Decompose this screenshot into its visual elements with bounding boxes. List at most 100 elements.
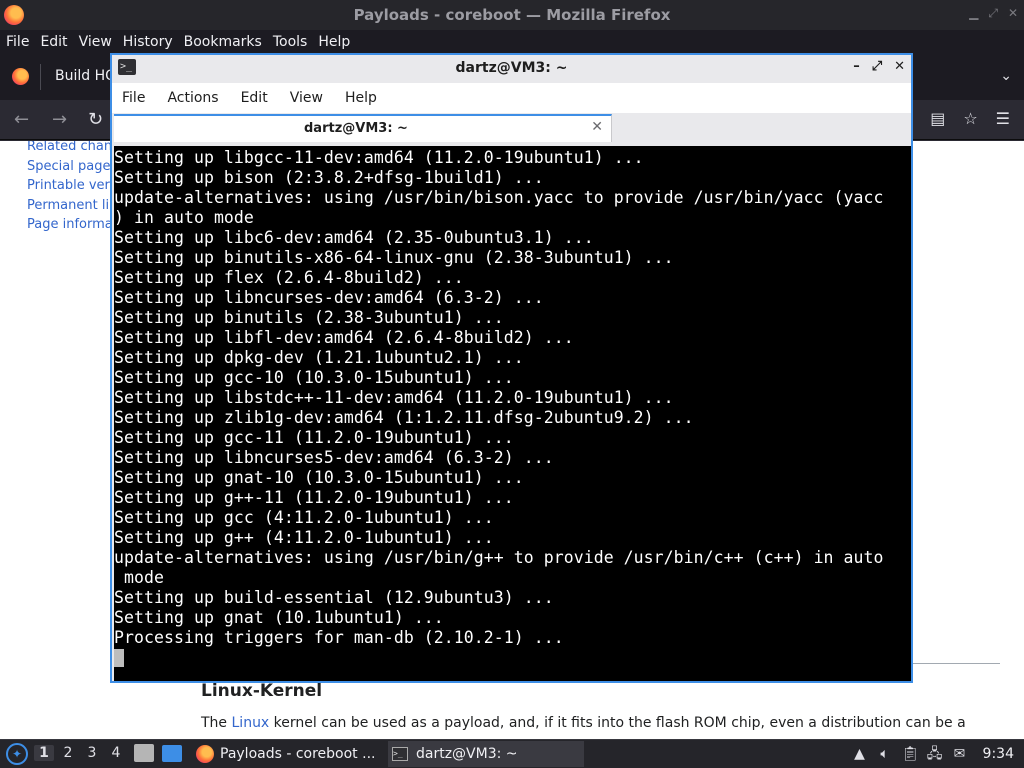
terminal-line: update-alternatives: using /usr/bin/biso…: [114, 188, 884, 207]
maximize-icon[interactable]: ⤢: [988, 6, 998, 21]
terminal-line: Setting up gnat (10.1ubuntu1) ...: [114, 608, 444, 627]
workspace-1[interactable]: 1: [34, 745, 54, 761]
section-paragraph: The Linux kernel can be used as a payloa…: [201, 715, 966, 731]
hamburger-menu-icon[interactable]: ☰: [996, 109, 1010, 128]
minimize-icon[interactable]: –: [853, 59, 860, 74]
terminal-line: Setting up libgcc-11-dev:amd64 (11.2.0-1…: [114, 148, 644, 167]
terminal-line: Setting up g++-11 (11.2.0-19ubuntu1) ...: [114, 488, 514, 507]
term-menu-view[interactable]: View: [290, 90, 323, 106]
terminal-lines: Setting up libgcc-11-dev:amd64 (11.2.0-1…: [114, 148, 911, 648]
terminal-cursor: [114, 649, 124, 667]
file-manager-launcher-icon[interactable]: [134, 744, 154, 762]
workspace-4[interactable]: 4: [106, 745, 126, 761]
terminal-window[interactable]: >_ dartz@VM3: ~ – ⤢ ✕ File Actions Edit …: [110, 53, 913, 683]
volume-icon[interactable]: 🔈︎: [877, 746, 893, 762]
terminal-line: Setting up zlib1g-dev:amd64 (1:1.2.11.df…: [114, 408, 694, 427]
terminal-line: mode: [114, 568, 164, 587]
terminal-line: Processing triggers for man-db (2.10.2-1…: [114, 628, 564, 647]
minimize-icon[interactable]: ▁: [969, 6, 978, 21]
system-tray: ▲ 🔈︎ 📋︎ 🖧︎ ✉︎ 9:34: [852, 743, 1024, 765]
terminal-line: Setting up binutils-x86-64-linux-gnu (2.…: [114, 248, 674, 267]
task-terminal-label: dartz@VM3: ~: [416, 746, 518, 762]
reader-view-icon[interactable]: ▤: [930, 109, 945, 128]
terminal-app-icon: >_: [118, 59, 136, 75]
terminal-line: Setting up gcc-10 (10.3.0-15ubuntu1) ...: [114, 368, 514, 387]
terminal-line: Setting up gcc-11 (11.2.0-19ubuntu1) ...: [114, 428, 514, 447]
firefox-menubar: File Edit View History Bookmarks Tools H…: [0, 30, 1024, 54]
task-firefox[interactable]: Payloads - coreboot ...: [192, 741, 382, 767]
terminal-tabstrip: dartz@VM3: ~ ✕: [112, 113, 911, 143]
firefox-titlebar: Payloads - coreboot — Mozilla Firefox ▁ …: [0, 0, 1024, 30]
menu-tools[interactable]: Tools: [273, 34, 308, 50]
tab-build-ho[interactable]: Build HO: [55, 68, 116, 84]
workspace-3[interactable]: 3: [82, 745, 102, 761]
terminal-titlebar[interactable]: >_ dartz@VM3: ~ – ⤢ ✕: [112, 55, 911, 81]
firefox-window-controls: ▁ ⤢ ✕: [969, 6, 1018, 21]
terminal-line: Setting up build-essential (12.9ubuntu3)…: [114, 588, 554, 607]
terminal-line: Setting up libncurses5-dev:amd64 (6.3-2)…: [114, 448, 554, 467]
back-icon[interactable]: ←: [14, 109, 29, 130]
workspace-2[interactable]: 2: [58, 745, 78, 761]
term-menu-edit[interactable]: Edit: [241, 90, 268, 106]
maximize-icon[interactable]: ⤢: [872, 59, 882, 74]
menu-view[interactable]: View: [79, 34, 112, 50]
terminal-line: ) in auto mode: [114, 208, 254, 227]
term-menu-help[interactable]: Help: [345, 90, 377, 106]
term-menu-file[interactable]: File: [122, 90, 145, 106]
wiki-sidebar-tools: Related chang Special pages Printable ve…: [27, 141, 120, 235]
notification-icon[interactable]: ✉︎: [952, 746, 968, 762]
terminal-menubar: File Actions Edit View Help: [112, 83, 911, 113]
close-icon[interactable]: ✕: [1008, 6, 1018, 21]
para-text-after: kernel can be used as a payload, and, if…: [269, 715, 966, 731]
terminal-line: Setting up flex (2.6.4-8build2) ...: [114, 268, 464, 287]
sidebar-link-page-information[interactable]: Page informat: [27, 215, 120, 235]
para-text-before: The: [201, 715, 232, 731]
reload-icon[interactable]: ↻: [88, 109, 103, 130]
task-terminal[interactable]: >_ dartz@VM3: ~: [388, 741, 584, 767]
term-menu-actions[interactable]: Actions: [167, 90, 218, 106]
terminal-line: Setting up gnat-10 (10.3.0-15ubuntu1) ..…: [114, 468, 524, 487]
update-notifier-icon[interactable]: ▲: [852, 746, 868, 762]
bookmark-star-icon[interactable]: ☆: [963, 109, 977, 128]
terminal-line: Setting up libncurses-dev:amd64 (6.3-2) …: [114, 288, 544, 307]
menu-edit[interactable]: Edit: [40, 34, 67, 50]
close-icon[interactable]: ✕: [894, 59, 905, 74]
clock[interactable]: 9:34: [983, 746, 1014, 762]
tab-close-icon[interactable]: ✕: [591, 119, 603, 135]
menu-bookmarks[interactable]: Bookmarks: [184, 34, 262, 50]
clipboard-icon[interactable]: 📋︎: [902, 746, 920, 762]
sidebar-link-permanent-link[interactable]: Permanent lin: [27, 196, 120, 216]
terminal-window-controls: – ⤢ ✕: [853, 59, 905, 74]
terminal-line: Setting up libfl-dev:amd64 (2.6.4-8build…: [114, 328, 574, 347]
terminal-line: Setting up gcc (4:11.2.0-1ubuntu1) ...: [114, 508, 494, 527]
network-icon[interactable]: 🖧︎: [927, 746, 943, 762]
section-heading-linux-kernel: Linux-Kernel: [201, 681, 323, 701]
taskbar: ✦ 1 2 3 4 Payloads - coreboot ... >_ dar…: [0, 739, 1024, 768]
terminal-tab[interactable]: dartz@VM3: ~ ✕: [114, 114, 612, 142]
terminal-output[interactable]: Setting up libgcc-11-dev:amd64 (11.2.0-1…: [114, 146, 911, 681]
sidebar-link-printable-version[interactable]: Printable vers: [27, 176, 120, 196]
tab-separator: [40, 64, 41, 90]
terminal-line: Setting up libc6-dev:amd64 (2.35-0ubuntu…: [114, 228, 594, 247]
firefox-window-title: Payloads - coreboot — Mozilla Firefox: [353, 6, 671, 24]
forward-icon[interactable]: →: [52, 109, 67, 130]
navbar-right-tools: ▤ ☆ ☰: [930, 109, 1010, 128]
task-firefox-label: Payloads - coreboot ...: [220, 746, 376, 762]
start-menu-icon[interactable]: ✦: [6, 743, 28, 765]
sidebar-link-related-changes[interactable]: Related chang: [27, 141, 120, 157]
terminal-line: update-alternatives: using /usr/bin/g++ …: [114, 548, 884, 567]
terminal-window-title: dartz@VM3: ~: [455, 60, 568, 76]
menu-history[interactable]: History: [123, 34, 173, 50]
sidebar-link-special-pages[interactable]: Special pages: [27, 157, 120, 177]
link-linux[interactable]: Linux: [232, 715, 270, 731]
menu-file[interactable]: File: [6, 34, 29, 50]
menu-help[interactable]: Help: [318, 34, 350, 50]
tab-list-chevron-icon[interactable]: ⌄: [1000, 68, 1012, 84]
terminal-line: Setting up binutils (2.38-3ubuntu1) ...: [114, 308, 504, 327]
terminal-line: Setting up bison (2:3.8.2+dfsg-1build1) …: [114, 168, 544, 187]
show-desktop-icon[interactable]: [162, 745, 182, 762]
firefox-view-icon[interactable]: [12, 68, 29, 85]
terminal-tab-label: dartz@VM3: ~: [304, 121, 408, 136]
terminal-line: Setting up dpkg-dev (1.21.1ubuntu2.1) ..…: [114, 348, 524, 367]
firefox-logo-icon: [4, 5, 24, 25]
